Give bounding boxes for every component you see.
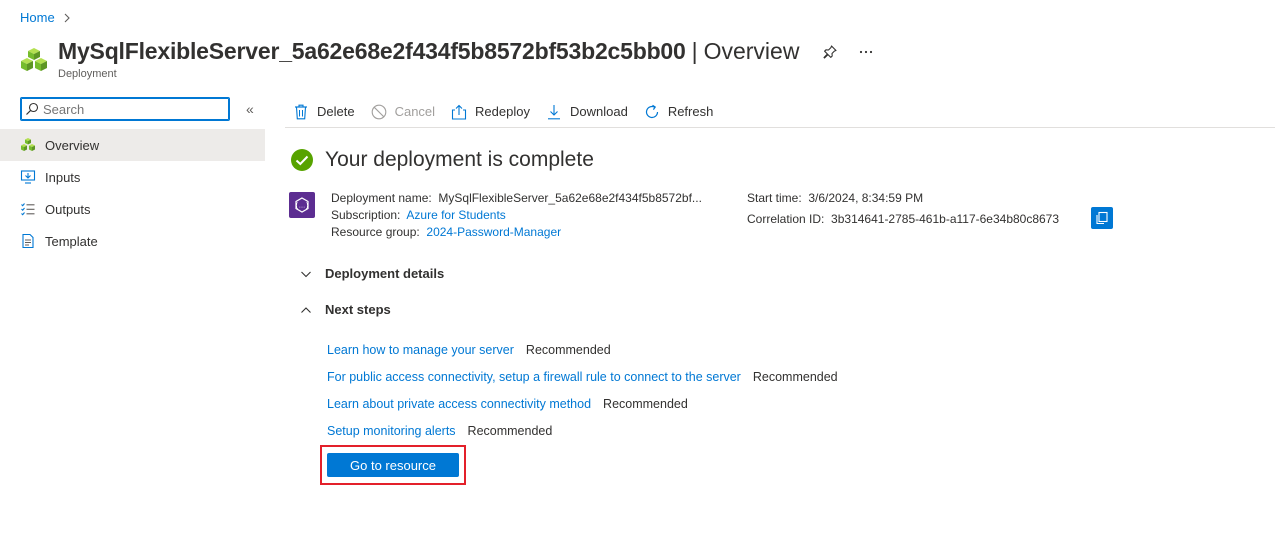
sidebar-item-label: Overview xyxy=(45,137,100,153)
refresh-label: Refresh xyxy=(667,104,714,119)
list-item: For public access connectivity, setup a … xyxy=(327,363,838,390)
download-label: Download xyxy=(569,104,628,119)
deployment-cubes-icon xyxy=(21,48,47,71)
page-title: MySqlFlexibleServer_5a62e68e2f434f5b8572… xyxy=(58,38,686,64)
redeploy-button[interactable]: Redeploy xyxy=(451,104,530,120)
chevron-down-icon xyxy=(301,271,311,277)
delete-button[interactable]: Delete xyxy=(293,104,355,120)
deployment-name-row: Deployment name: MySqlFlexibleServer_5a6… xyxy=(331,190,702,207)
redeploy-upload-icon xyxy=(451,104,467,120)
sidebar: « Overview Inputs Outputs Template xyxy=(0,97,265,257)
copy-icon xyxy=(1096,211,1108,225)
next-steps-list: Learn how to manage your server Recommen… xyxy=(327,336,838,444)
search-box[interactable] xyxy=(20,97,230,121)
sidebar-item-outputs[interactable]: Outputs xyxy=(0,193,265,225)
sidebar-item-inputs[interactable]: Inputs xyxy=(0,161,265,193)
deployment-resource-icon: {…} xyxy=(289,192,315,218)
deployment-info-right: Start time: 3/6/2024, 8:34:59 PM Correla… xyxy=(747,190,1127,228)
title-separator: | xyxy=(691,38,698,64)
resource-group-link[interactable]: 2024-Password-Manager xyxy=(426,225,561,239)
next-steps-toggle[interactable]: Next steps xyxy=(300,302,391,317)
sidebar-item-template[interactable]: Template xyxy=(0,225,265,257)
recommended-tag: Recommended xyxy=(467,423,553,438)
private-access-link[interactable]: Learn about private access connectivity … xyxy=(327,397,591,411)
monitoring-alerts-link[interactable]: Setup monitoring alerts xyxy=(327,424,456,438)
subscription-link[interactable]: Azure for Students xyxy=(406,208,505,222)
chevron-up-icon xyxy=(301,306,311,313)
cancel-icon xyxy=(371,104,387,120)
correlation-id-label: Correlation ID: xyxy=(747,212,825,226)
next-steps-heading: Next steps xyxy=(325,302,391,317)
more-options-icon[interactable] xyxy=(857,43,875,61)
deployment-name-value: MySqlFlexibleServer_5a62e68e2f434f5b8572… xyxy=(438,191,702,205)
overview-icon xyxy=(20,137,36,153)
subscription-label: Subscription: xyxy=(331,208,401,222)
refresh-icon xyxy=(644,104,660,120)
command-bar: Delete Cancel Redeploy Download Refresh xyxy=(285,96,1275,128)
outputs-icon xyxy=(20,201,36,217)
sidebar-item-label: Inputs xyxy=(45,169,81,185)
search-icon xyxy=(26,102,39,115)
download-button[interactable]: Download xyxy=(546,104,628,120)
chevron-right-icon xyxy=(64,13,70,22)
page-subtitle: Deployment xyxy=(58,68,117,80)
deployment-status: Your deployment is complete xyxy=(290,148,594,172)
deployment-info-left: Deployment name: MySqlFlexibleServer_5a6… xyxy=(331,190,702,241)
recommended-tag: Recommended xyxy=(525,342,611,357)
sidebar-item-label: Outputs xyxy=(45,201,91,217)
copy-correlation-id-button[interactable] xyxy=(1091,207,1113,229)
success-check-icon xyxy=(291,149,313,171)
trash-icon xyxy=(293,104,309,120)
sidebar-item-label: Template xyxy=(45,233,98,249)
list-item: Learn how to manage your server Recommen… xyxy=(327,336,838,363)
redeploy-label: Redeploy xyxy=(475,104,530,119)
start-time-row: Start time: 3/6/2024, 8:34:59 PM xyxy=(747,190,1127,207)
sidebar-nav: Overview Inputs Outputs Template xyxy=(0,129,265,257)
pin-icon[interactable] xyxy=(821,43,839,61)
cancel-button[interactable]: Cancel xyxy=(371,104,435,120)
status-heading: Your deployment is complete xyxy=(325,148,594,171)
sidebar-item-overview[interactable]: Overview xyxy=(0,129,265,161)
start-time-label: Start time: xyxy=(747,191,802,205)
sidebar-search-row: « xyxy=(0,97,265,121)
page-section-title: Overview xyxy=(703,38,800,64)
download-icon xyxy=(546,104,562,120)
recommended-tag: Recommended xyxy=(603,396,688,411)
search-input[interactable] xyxy=(43,101,223,117)
correlation-id-value: 3b314641-2785-461b-a117-6e34b80c8673 xyxy=(831,212,1060,226)
inputs-icon xyxy=(20,169,36,185)
list-item: Setup monitoring alerts Recommended xyxy=(327,417,838,444)
correlation-id-row: Correlation ID: 3b314641-2785-461b-a117-… xyxy=(747,211,1127,228)
breadcrumb: Home xyxy=(20,10,73,25)
start-time-value: 3/6/2024, 8:34:59 PM xyxy=(808,191,924,205)
refresh-button[interactable]: Refresh xyxy=(644,104,714,120)
delete-label: Delete xyxy=(317,104,355,119)
deployment-name-label: Deployment name: xyxy=(331,191,432,205)
breadcrumb-home-link[interactable]: Home xyxy=(20,10,55,25)
svg-text:{…}: {…} xyxy=(295,202,310,210)
subscription-row: Subscription: Azure for Students xyxy=(331,207,702,224)
firewall-rule-link[interactable]: For public access connectivity, setup a … xyxy=(327,370,741,384)
go-to-resource-button[interactable]: Go to resource xyxy=(327,453,459,477)
recommended-tag: Recommended xyxy=(752,369,838,384)
collapse-sidebar-button[interactable]: « xyxy=(246,101,254,117)
resource-group-row: Resource group: 2024-Password-Manager xyxy=(331,224,702,241)
page-header: MySqlFlexibleServer_5a62e68e2f434f5b8572… xyxy=(20,38,875,80)
deployment-info: {…} Deployment name: MySqlFlexibleServer… xyxy=(289,190,1113,241)
template-icon xyxy=(20,233,36,249)
resource-group-label: Resource group: xyxy=(331,225,420,239)
cancel-label: Cancel xyxy=(394,104,436,119)
deployment-details-heading: Deployment details xyxy=(325,266,445,281)
list-item: Learn about private access connectivity … xyxy=(327,390,838,417)
manage-server-link[interactable]: Learn how to manage your server xyxy=(327,343,514,357)
deployment-details-toggle[interactable]: Deployment details xyxy=(300,266,444,281)
